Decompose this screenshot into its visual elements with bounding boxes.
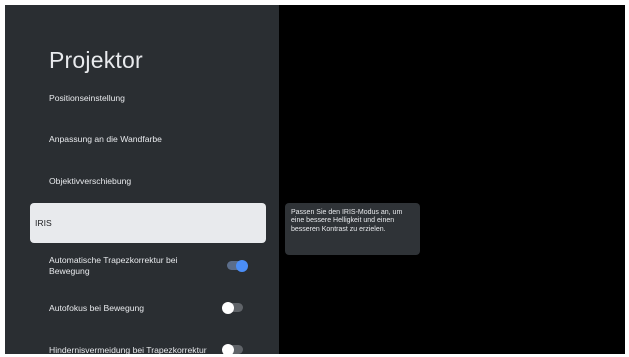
menu-item-positionseinstellung[interactable]: Positionseinstellung (49, 93, 249, 104)
menu-item-wandfarbe[interactable]: Anpassung an die Wandfarbe (49, 134, 249, 145)
settings-panel: Projektor Positionseinstellung Anpassung… (5, 5, 279, 354)
menu-item-label: Automatische Trapezkorrektur bei Bewegun… (49, 255, 178, 276)
menu-item-label: Autofokus bei Bewegung (49, 303, 145, 313)
menu-item-auto-trapezkorrektur[interactable]: Automatische Trapezkorrektur bei Bewegun… (49, 255, 249, 277)
menu-item-hindernisvermeidung[interactable]: Hindernisvermeidung bei Trapezkorrektur (49, 345, 229, 354)
autofokus-toggle[interactable] (222, 301, 243, 314)
toggle-knob (236, 259, 248, 272)
menu-item-label: Hindernisvermeidung bei Trapezkorrektur (49, 345, 207, 354)
menu-item-label: Positionseinstellung (49, 93, 125, 103)
menu-item-autofokus[interactable]: Autofokus bei Bewegung (49, 303, 249, 314)
menu-item-label: Anpassung an die Wandfarbe (49, 134, 162, 144)
tv-screen: Projektor Positionseinstellung Anpassung… (5, 5, 625, 354)
menu-item-iris[interactable]: IRIS (30, 203, 266, 243)
menu-item-label: IRIS (35, 217, 52, 228)
menu-item-objektivverschiebung[interactable]: Objektivverschiebung (49, 176, 249, 187)
toggle-knob (222, 343, 234, 354)
page-title: Projektor (49, 47, 143, 73)
hindernisvermeidung-toggle[interactable] (222, 343, 243, 354)
auto-trapezkorrektur-toggle[interactable] (227, 259, 248, 272)
toggle-knob (222, 301, 234, 314)
iris-description-tooltip: Passen Sie den IRIS-Modus an, um eine be… (285, 203, 420, 255)
menu-item-label: Objektivverschiebung (49, 176, 132, 186)
